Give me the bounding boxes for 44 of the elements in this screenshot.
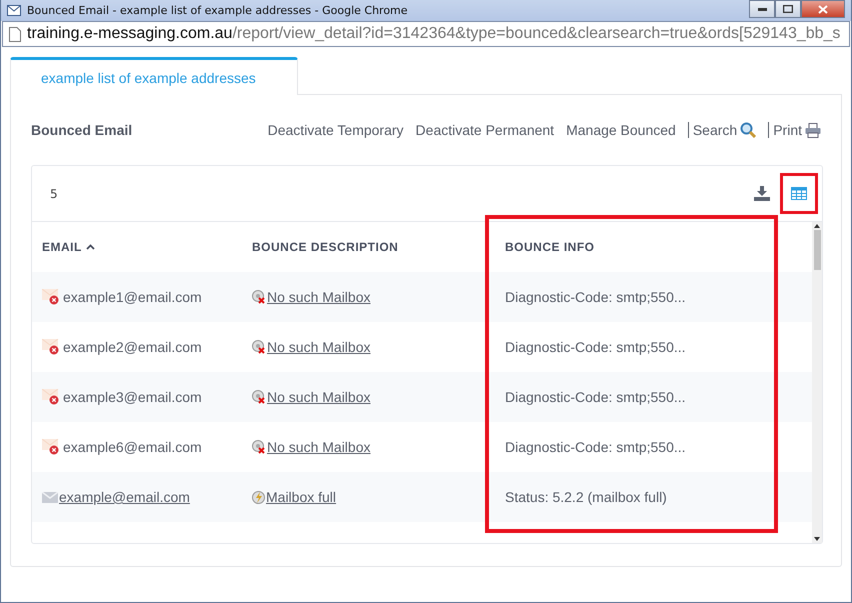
close-button[interactable] — [801, 0, 845, 18]
column-header[interactable]: BOUNCE INFO — [495, 222, 812, 272]
section-title: Bounced Email — [31, 122, 132, 138]
table-cell-text: Status: 5.2.2 (mailbox full) — [504, 489, 668, 505]
email-text: example2@email.com — [63, 339, 202, 355]
page-icon — [9, 26, 21, 42]
bounce-description-link[interactable]: Mailbox full — [266, 489, 336, 505]
bounce-description-link[interactable]: No such Mailbox — [267, 289, 370, 305]
minimize-button[interactable] — [749, 0, 775, 18]
table-cell-text: Diagnostic-Code: smtp;550... — [504, 289, 687, 305]
maximize-icon — [783, 5, 793, 13]
search-icon — [740, 122, 756, 138]
scroll-down-icon — [814, 537, 820, 541]
envelope-icon — [7, 5, 21, 16]
email-link[interactable]: example@email.com — [59, 489, 190, 505]
email-text: example6@email.com — [63, 439, 202, 455]
maximize-button[interactable] — [775, 0, 801, 18]
scrollbar[interactable] — [812, 222, 822, 543]
action-link[interactable]: Deactivate Temporary — [268, 122, 404, 138]
download-icon[interactable] — [754, 186, 770, 201]
search-link[interactable]: Search — [688, 122, 756, 138]
scroll-thumb[interactable] — [814, 230, 820, 270]
bounce-description-link[interactable]: No such Mailbox — [267, 389, 370, 405]
email-text: example3@email.com — [63, 389, 202, 405]
close-icon — [818, 4, 828, 14]
action-link[interactable]: Deactivate Permanent — [416, 122, 554, 138]
print-link[interactable]: Print — [768, 122, 821, 138]
bounce-description-link[interactable]: No such Mailbox — [267, 439, 370, 455]
table-cell-text: Diagnostic-Code: smtp;550... — [504, 439, 687, 455]
column-header[interactable]: EMAIL — [32, 222, 242, 272]
table-cell-text: Diagnostic-Code: smtp;550... — [504, 339, 687, 355]
url-text: training.e-messaging.com.au/report/view_detail?id=3142364&type=bounced&clearsearch=true&ords[529143_bb_s — [27, 25, 840, 43]
table-icon[interactable] — [791, 187, 807, 200]
record-count: 5 — [50, 186, 58, 200]
window-title: Bounced Email - example list of example addresses - Google Chrome — [27, 4, 408, 17]
column-header[interactable]: BOUNCE DESCRIPTION — [242, 222, 495, 272]
table-cell-text: Diagnostic-Code: smtp;550... — [504, 389, 687, 405]
email-text: example1@email.com — [63, 289, 202, 305]
action-link[interactable]: Manage Bounced — [566, 122, 676, 138]
printer-icon — [805, 122, 821, 138]
bounce-description-link[interactable]: No such Mailbox — [267, 339, 370, 355]
scroll-up-icon — [814, 224, 820, 228]
address-bar[interactable]: training.e-messaging.com.au/report/view_detail?id=3142364&type=bounced&clearsearch=true&ords[529143_bb_s — [2, 21, 850, 47]
minimize-icon — [758, 8, 766, 10]
